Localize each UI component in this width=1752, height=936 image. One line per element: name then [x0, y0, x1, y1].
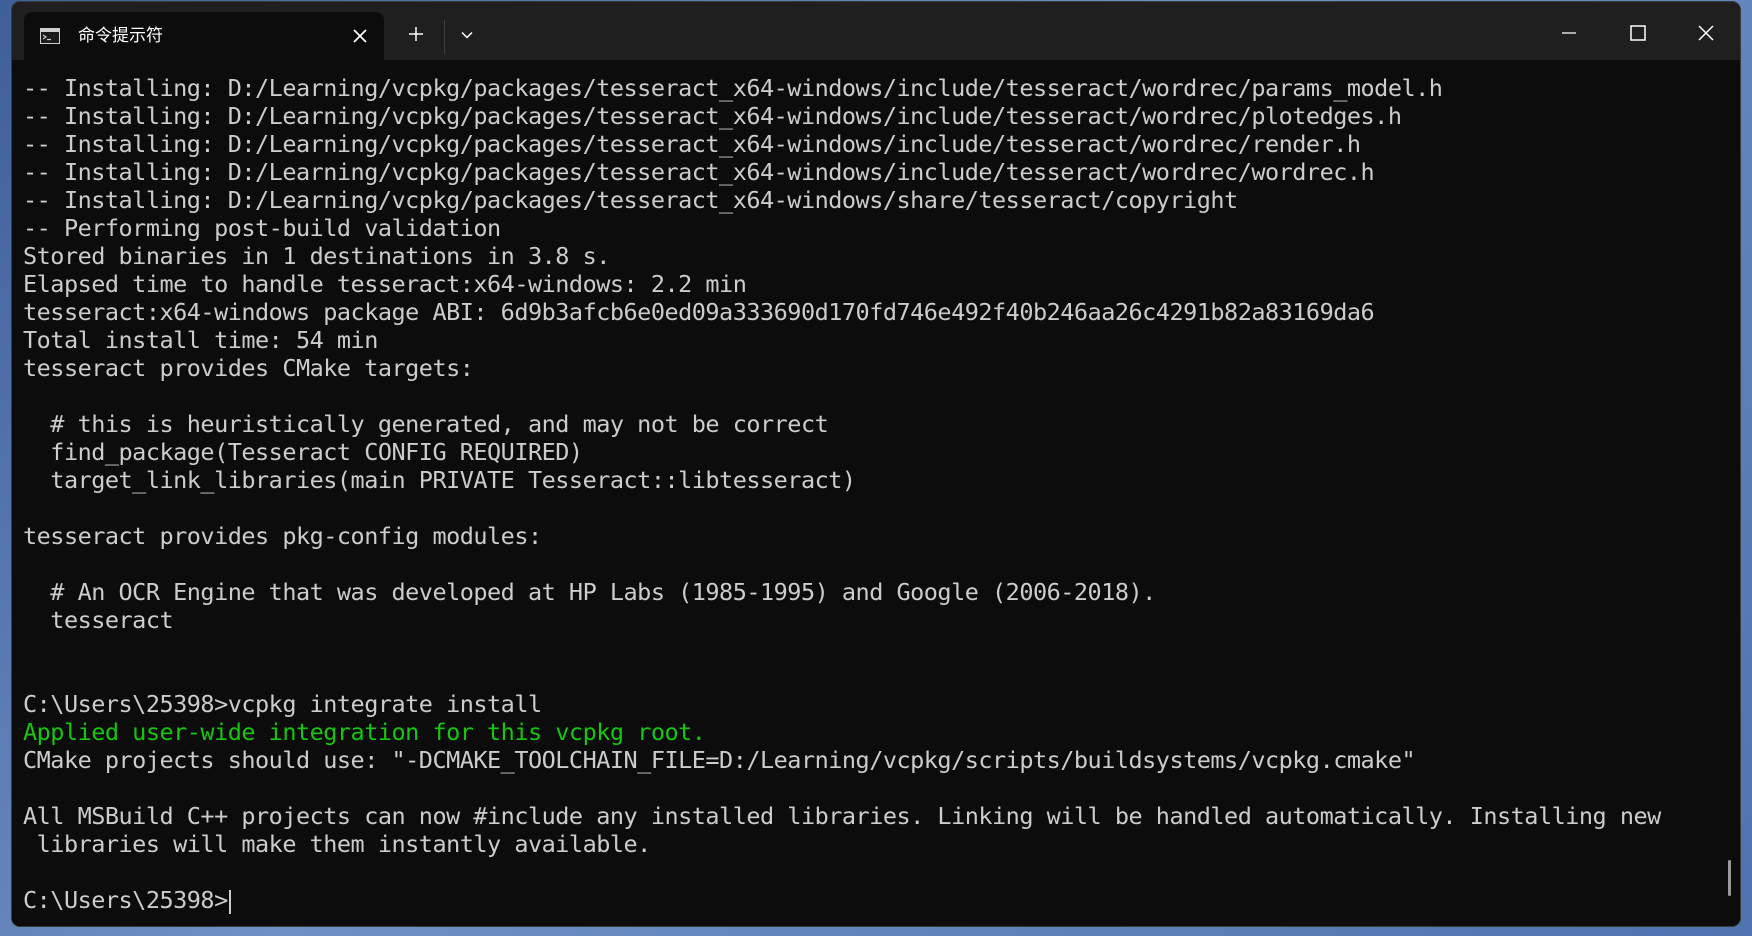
prompt-line[interactable]: C:\Users\25398> [23, 886, 1661, 914]
terminal-line: tesseract provides CMake targets: [23, 354, 474, 382]
terminal-line-success: Applied user-wide integration for this v… [23, 718, 706, 746]
terminal-line: -- Installing: D:/Learning/vcpkg/package… [23, 186, 1238, 214]
close-icon[interactable] [1697, 24, 1715, 42]
terminal-line: tesseract [23, 606, 174, 634]
terminal-line: tesseract:x64-windows package ABI: 6d9b3… [23, 298, 1375, 326]
terminal-line: All MSBuild C++ projects can now #includ… [23, 802, 1661, 830]
command-prompt: C:\Users\25398> [23, 886, 228, 914]
scrollbar-thumb[interactable] [1728, 860, 1731, 896]
terminal-line: -- Installing: D:/Learning/vcpkg/package… [23, 74, 1443, 102]
minimize-icon[interactable] [1560, 24, 1578, 42]
tab-command-prompt[interactable]: 命令提示符 [24, 12, 384, 60]
terminal-line: # this is heuristically generated, and m… [23, 410, 829, 438]
terminal-line: tesseract provides pkg-config modules: [23, 522, 542, 550]
terminal-line: Elapsed time to handle tesseract:x64-win… [23, 270, 747, 298]
chevron-down-icon[interactable] [460, 28, 474, 42]
title-bar[interactable]: 命令提示符 [12, 2, 1740, 60]
terminal-line: -- Performing post-build validation [23, 214, 501, 242]
tab-title: 命令提示符 [78, 26, 163, 46]
text-cursor [228, 889, 231, 914]
close-tab-icon[interactable] [352, 28, 368, 44]
terminal-icon [40, 28, 60, 44]
terminal-line: Total install time: 54 min [23, 326, 378, 354]
terminal-lines: -- Installing: D:/Learning/vcpkg/package… [23, 74, 1661, 914]
plus-icon[interactable] [408, 26, 424, 42]
terminal-line: Stored binaries in 1 destinations in 3.8… [23, 242, 610, 270]
terminal-line: C:\Users\25398>vcpkg integrate install [23, 690, 542, 718]
terminal-line: find_package(Tesseract CONFIG REQUIRED) [23, 438, 583, 466]
terminal-line: # An OCR Engine that was developed at HP… [23, 578, 1156, 606]
terminal-window: 命令提示符 -- Installing: D:/Learning/vcpkg/p… [12, 2, 1740, 926]
terminal-line: target_link_libraries(main PRIVATE Tesse… [23, 466, 856, 494]
tab-divider [444, 20, 445, 54]
terminal-line: -- Installing: D:/Learning/vcpkg/package… [23, 130, 1361, 158]
terminal-line: libraries will make them instantly avail… [23, 830, 652, 858]
terminal-output[interactable]: -- Installing: D:/Learning/vcpkg/package… [12, 60, 1740, 926]
maximize-icon[interactable] [1629, 24, 1647, 42]
terminal-line: CMake projects should use: "-DCMAKE_TOOL… [23, 746, 1416, 774]
terminal-line: -- Installing: D:/Learning/vcpkg/package… [23, 102, 1402, 130]
terminal-line: -- Installing: D:/Learning/vcpkg/package… [23, 158, 1375, 186]
